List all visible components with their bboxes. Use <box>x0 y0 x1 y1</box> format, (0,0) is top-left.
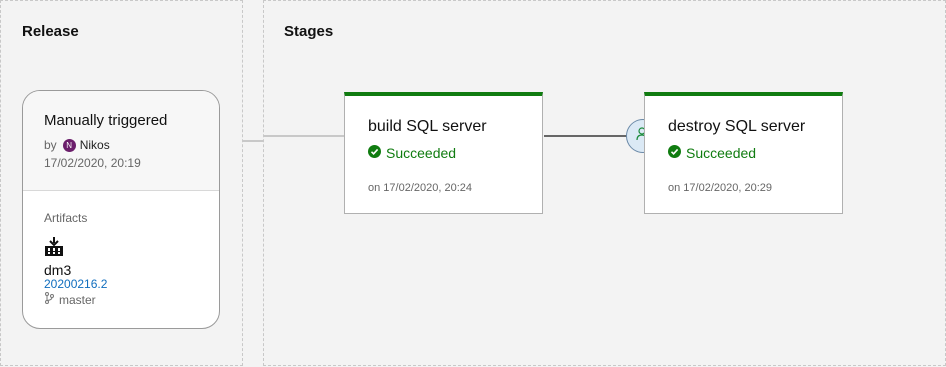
success-check-icon <box>668 145 681 161</box>
stage-status: Succeeded <box>368 145 456 161</box>
trigger-title: Manually triggered <box>44 112 168 129</box>
release-trigger-header: Manually triggered by N Nikos 17/02/2020… <box>23 91 219 191</box>
stage-status: Succeeded <box>668 145 756 161</box>
stage-status-text: Succeeded <box>386 145 457 161</box>
stage-card-build-sql-server[interactable]: build SQL server Succeeded on 17/02/2020… <box>344 92 543 214</box>
stage-time: on 17/02/2020, 20:29 <box>668 182 772 194</box>
stage-status-text: Succeeded <box>686 145 757 161</box>
user-name: Nikos <box>79 138 110 152</box>
git-branch-icon <box>44 292 54 307</box>
artifacts-label: Artifacts <box>44 211 88 225</box>
user-avatar: N <box>62 138 76 152</box>
artifact-branch: master <box>44 292 96 307</box>
artifact-name: dm3 <box>44 262 72 278</box>
release-to-stage-connector <box>263 135 344 137</box>
stage-name: build SQL server <box>368 118 487 135</box>
release-connector-left <box>243 140 263 142</box>
stage-to-stage-connector <box>544 135 627 137</box>
artifact-version-link[interactable]: 20200216.2 <box>44 277 107 291</box>
triggered-by: by N Nikos <box>44 138 110 152</box>
build-artifact-icon <box>44 237 64 262</box>
stages-panel-title: Stages <box>284 23 334 40</box>
stage-time: on 17/02/2020, 20:24 <box>368 182 472 194</box>
trigger-date: 17/02/2020, 20:19 <box>44 156 141 170</box>
stage-name: destroy SQL server <box>668 118 806 135</box>
release-panel-title: Release <box>22 23 79 40</box>
by-prefix: by <box>44 138 57 152</box>
release-trigger-card[interactable]: Manually triggered by N Nikos 17/02/2020… <box>22 90 220 329</box>
branch-name: master <box>59 292 96 307</box>
success-check-icon <box>368 145 381 161</box>
stage-card-destroy-sql-server[interactable]: destroy SQL server Succeeded on 17/02/20… <box>644 92 843 214</box>
